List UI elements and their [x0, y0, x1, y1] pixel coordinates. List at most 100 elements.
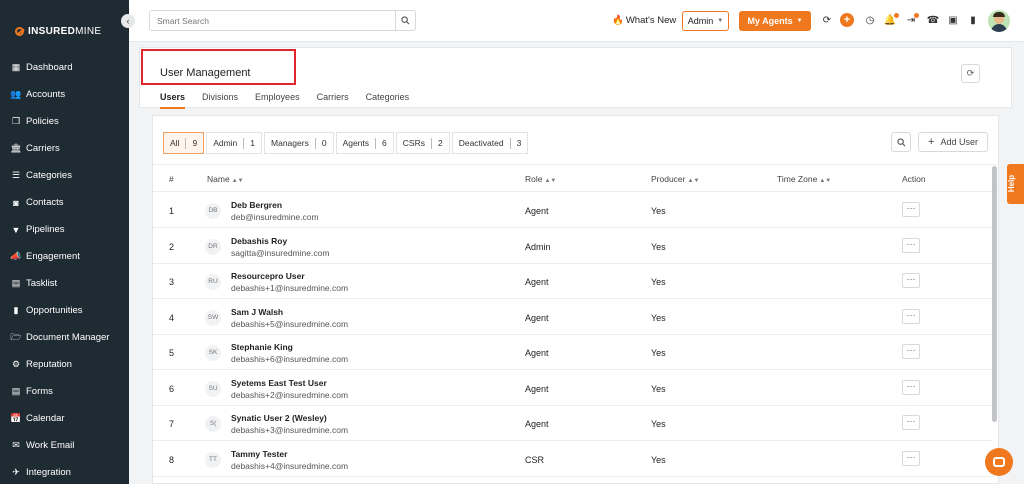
- sidebar-item-tasklist[interactable]: ▤ Tasklist: [0, 270, 129, 297]
- fire-icon: 🔥: [612, 15, 624, 26]
- sidebar-item-dashboard[interactable]: ▦ Dashboard: [0, 54, 129, 81]
- sort-icon: ▲▼: [687, 178, 700, 184]
- collapse-sidebar-button[interactable]: ‹: [121, 14, 135, 28]
- filter-managers[interactable]: Managers 0: [264, 132, 334, 154]
- quick-add-button[interactable]: +: [840, 13, 854, 27]
- trash-icon[interactable]: ▮: [967, 14, 979, 26]
- user-email: debashis+5@insuredmine.com: [231, 318, 349, 329]
- dashboard-icon: ▦: [11, 62, 21, 72]
- sidebar-item-pipelines[interactable]: ▼ Pipelines: [0, 216, 129, 243]
- row-action-menu-button[interactable]: ···: [902, 450, 920, 466]
- phone-icon[interactable]: ☎: [927, 14, 939, 26]
- user-name[interactable]: Syetems East Test User: [231, 378, 327, 388]
- brand-name-bold: INSURED: [28, 26, 76, 37]
- chip-icon[interactable]: ▣: [947, 14, 959, 26]
- row-action-menu-button[interactable]: ···: [902, 273, 920, 288]
- users-card: All 9 Admin 1 Managers 0 Agents 6 CSRs 2 Deactivat…: [152, 115, 999, 484]
- clock-icon[interactable]: ◷: [864, 14, 876, 26]
- tab-employees[interactable]: Employees: [255, 92, 300, 109]
- user-email: debashis+1@insuredmine.com: [231, 283, 349, 293]
- row-action-menu-button[interactable]: ···: [902, 237, 920, 253]
- search-button[interactable]: [395, 11, 415, 30]
- tab-divisions[interactable]: Divisions: [202, 92, 238, 109]
- user-initials-avatar: SU: [205, 380, 221, 397]
- column-header-timezone[interactable]: Time Zone ▲▼: [777, 174, 831, 184]
- user-name[interactable]: Debashis Roy: [231, 236, 287, 246]
- accounts-icon: 👥: [10, 89, 22, 99]
- role-filters: All 9 Admin 1 Managers 0 Agents 6 CSRs 2 Deactivat…: [163, 132, 530, 154]
- filter-admin[interactable]: Admin 1: [206, 132, 263, 154]
- sidebar-item-calendar[interactable]: 📅 Calendar: [0, 405, 129, 432]
- user-name[interactable]: Resourcepro User: [231, 271, 305, 281]
- page-title: User Management: [160, 67, 251, 79]
- user-initials-avatar: SW: [205, 309, 221, 326]
- row-action-menu-button[interactable]: ···: [902, 344, 920, 359]
- whats-new-label: What's New: [625, 15, 677, 26]
- sync-icon[interactable]: ⟳: [821, 14, 833, 26]
- chat-button[interactable]: [985, 448, 1013, 476]
- user-initials-avatar: RU: [205, 274, 221, 290]
- sidebar-item-contacts[interactable]: ◙ Contacts: [0, 189, 129, 216]
- add-user-label: Add User: [940, 137, 978, 147]
- sidebar-item-forms[interactable]: ▤ Forms: [0, 378, 129, 405]
- scrollbar[interactable]: [992, 166, 997, 422]
- user-initials-avatar: DB: [205, 203, 221, 219]
- column-header-producer[interactable]: Producer ▲▼: [651, 174, 699, 184]
- column-header-role[interactable]: Role ▲▼: [525, 174, 556, 184]
- user-role: Agent: [525, 206, 549, 216]
- filter-csrs[interactable]: CSRs 2: [395, 132, 450, 154]
- refresh-button[interactable]: ⟳: [961, 64, 980, 83]
- role-select[interactable]: Admin ▼: [682, 11, 729, 31]
- row-action-menu-button[interactable]: ···: [902, 379, 920, 395]
- user-name[interactable]: Synatic User 2 (Wesley): [231, 413, 327, 423]
- sidebar-item-integration[interactable]: ✈ Integration: [0, 459, 129, 484]
- tab-carriers[interactable]: Carriers: [317, 92, 349, 109]
- table-search-button[interactable]: [891, 132, 911, 152]
- table-row: 1 DB Deb Bergren deb@insuredmine.com Agent Ye…: [153, 193, 993, 228]
- filter-agents[interactable]: Agents 6: [335, 132, 394, 154]
- user-name[interactable]: Deb Bergren: [231, 200, 282, 210]
- add-user-button[interactable]: + Add User: [918, 132, 988, 152]
- filter-count: 6: [375, 137, 393, 149]
- sidebar-item-opportunities[interactable]: ▮ Opportunities: [0, 297, 129, 324]
- tab-bar: Users Divisions Employees Carriers Categorie…: [160, 92, 426, 109]
- sidebar-item-label: Dashboard: [26, 62, 73, 73]
- sidebar-item-document-manager[interactable]: 🗁 Document Manager: [0, 324, 129, 351]
- search-icon: [401, 16, 410, 25]
- my-agents-button[interactable]: My Agents ▼: [739, 11, 811, 31]
- filter-deactivated[interactable]: Deactivated 3: [451, 132, 529, 154]
- sidebar-item-carriers[interactable]: 🏛 Carriers: [0, 135, 129, 162]
- filter-count: 0: [314, 137, 333, 149]
- user-name[interactable]: Tammy Tester: [231, 449, 287, 459]
- user-name[interactable]: Stephanie King: [231, 342, 293, 352]
- chevron-down-icon: ▼: [717, 18, 724, 24]
- smart-search: [149, 10, 416, 31]
- logo-icon: [15, 27, 24, 36]
- row-action-menu-button[interactable]: ···: [902, 202, 920, 217]
- row-number: 3: [169, 277, 175, 287]
- sidebar-item-accounts[interactable]: 👥 Accounts: [0, 81, 129, 108]
- sidebar-item-work-email[interactable]: ✉ Work Email: [0, 432, 129, 459]
- user-role: Admin: [525, 241, 551, 252]
- user-avatar[interactable]: [988, 10, 1010, 32]
- row-action-menu-button[interactable]: ···: [902, 308, 920, 324]
- row-action-menu-button[interactable]: ···: [902, 415, 920, 430]
- sidebar-item-policies[interactable]: ❒ Policies: [0, 108, 129, 135]
- table-row: 3 RU Resourcepro User debashis+1@insuredmin…: [153, 264, 993, 299]
- sidebar-item-categories[interactable]: ☰ Categories: [0, 162, 129, 189]
- table-row: 2 DR Debashis Roy sagitta@insuredmine.com Ad…: [153, 229, 993, 264]
- sort-icon: ▲▼: [544, 178, 557, 184]
- tab-users[interactable]: Users: [160, 92, 186, 109]
- sidebar-item-label: Integration: [26, 467, 71, 478]
- whats-new-link[interactable]: 🔥 What's New: [612, 15, 676, 26]
- tab-categories[interactable]: Categories: [366, 92, 410, 109]
- brand-logo[interactable]: INSURED MINE: [15, 26, 101, 37]
- email-icon: ✉: [12, 440, 20, 450]
- sidebar-item-reputation[interactable]: ⚙ Reputation: [0, 351, 129, 378]
- column-header-name[interactable]: Name ▲▼: [207, 174, 244, 184]
- help-tab[interactable]: Help: [1007, 164, 1024, 204]
- filter-all[interactable]: All 9: [163, 132, 205, 154]
- user-name[interactable]: Sam J Walsh: [231, 307, 283, 317]
- sidebar-item-engagement[interactable]: 📣 Engagement: [0, 243, 129, 270]
- search-input[interactable]: [150, 11, 395, 30]
